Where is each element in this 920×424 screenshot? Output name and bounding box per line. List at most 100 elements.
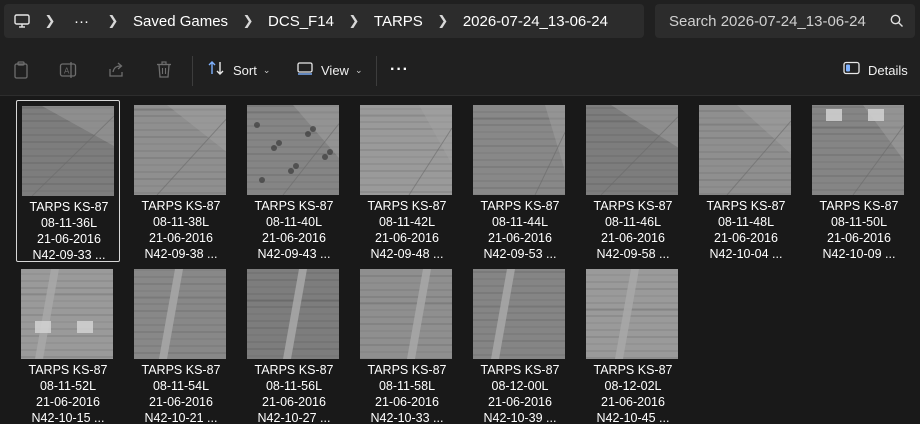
file-name-line: N42-10-33 ... xyxy=(370,411,444,424)
file-name-line: N42-09-48 ... xyxy=(370,247,444,261)
file-name: TARPS KS-87 08-12-02L 21-06-2016 N42-10-45 … xyxy=(581,362,685,424)
image-thumbnail xyxy=(812,105,904,195)
share-icon[interactable] xyxy=(107,58,125,82)
file-name-line: TARPS KS-87 xyxy=(254,199,334,213)
file-name-line: N42-09-33 ... xyxy=(32,248,106,262)
details-pane-icon xyxy=(843,61,860,80)
search-icon[interactable] xyxy=(879,14,915,28)
file-name-line: 08-11-48L xyxy=(717,215,775,229)
file-tile[interactable]: TARPS KS-87 08-11-46L 21-06-2016 N42-09-58 … xyxy=(581,100,685,262)
file-name-line: N42-10-04 ... xyxy=(709,247,783,261)
chevron-right-icon[interactable]: ❯ xyxy=(40,13,60,29)
file-tile[interactable]: TARPS KS-87 08-11-44L 21-06-2016 N42-09-53 … xyxy=(468,100,572,262)
chevron-right-icon[interactable]: ❯ xyxy=(238,13,258,29)
file-name: TARPS KS-87 08-11-56L 21-06-2016 N42-10-27 … xyxy=(242,362,346,424)
file-name: TARPS KS-87 08-11-46L 21-06-2016 N42-09-58 … xyxy=(581,198,685,262)
chevron-right-icon[interactable]: ❯ xyxy=(344,13,364,29)
file-name: TARPS KS-87 08-11-52L 21-06-2016 N42-10-15 … xyxy=(16,362,120,424)
address-row: ❯ ··· ❯ Saved Games ❯ DCS_F14 ❯ TARPS ❯ … xyxy=(0,0,920,44)
file-name-line: 08-12-00L xyxy=(491,379,549,393)
view-button[interactable]: View ⌄ xyxy=(297,58,363,82)
view-icon xyxy=(297,61,313,80)
breadcrumb-saved-games[interactable]: Saved Games xyxy=(123,13,238,30)
file-name-line: TARPS KS-87 xyxy=(706,199,786,213)
file-name-line: TARPS KS-87 xyxy=(593,199,673,213)
file-name-line: N42-09-53 ... xyxy=(483,247,557,261)
details-button[interactable]: Details xyxy=(843,58,908,82)
image-thumbnail xyxy=(360,269,452,359)
breadcrumb-tarps[interactable]: TARPS xyxy=(364,13,433,30)
details-label: Details xyxy=(868,62,908,78)
file-name-line: TARPS KS-87 xyxy=(367,199,447,213)
file-name: TARPS KS-87 08-11-44L 21-06-2016 N42-09-53 … xyxy=(468,198,572,262)
file-name: TARPS KS-87 08-11-36L 21-06-2016 N42-09-33 … xyxy=(17,199,121,263)
file-name-line: 08-11-44L xyxy=(491,215,549,229)
breadcrumb-dcs-f14[interactable]: DCS_F14 xyxy=(258,13,344,30)
breadcrumb-overflow[interactable]: ··· xyxy=(60,13,103,30)
file-name-line: 21-06-2016 xyxy=(375,395,439,409)
chevron-right-icon[interactable]: ❯ xyxy=(433,13,453,29)
file-name-line: 21-06-2016 xyxy=(37,232,101,246)
file-name-line: 21-06-2016 xyxy=(601,395,665,409)
file-tile[interactable]: TARPS KS-87 08-11-54L 21-06-2016 N42-10-21 … xyxy=(129,264,233,424)
search-input[interactable]: Search 2026-07-24_13-06-24 xyxy=(669,13,879,30)
sort-arrows-icon xyxy=(207,60,225,81)
file-name-line: TARPS KS-87 xyxy=(819,199,899,213)
chevron-right-icon[interactable]: ❯ xyxy=(103,13,123,29)
sort-label: Sort xyxy=(233,62,257,78)
more-options-button[interactable]: ··· xyxy=(390,58,409,82)
image-thumbnail xyxy=(360,105,452,195)
file-name-line: 08-11-52L xyxy=(39,379,97,393)
breadcrumb-current-folder[interactable]: 2026-07-24_13-06-24 xyxy=(453,13,618,30)
sort-button[interactable]: Sort ⌄ xyxy=(207,58,270,82)
image-thumbnail xyxy=(22,106,114,196)
chevron-down-icon: ⌄ xyxy=(262,64,271,75)
file-name-line: TARPS KS-87 xyxy=(28,363,108,377)
file-name: TARPS KS-87 08-11-38L 21-06-2016 N42-09-38 … xyxy=(129,198,233,262)
file-name-line: TARPS KS-87 xyxy=(593,363,673,377)
file-name-line: TARPS KS-87 xyxy=(29,200,109,214)
file-name-line: 21-06-2016 xyxy=(149,395,213,409)
file-name-line: 08-11-58L xyxy=(378,379,436,393)
file-tile[interactable]: TARPS KS-87 08-11-42L 21-06-2016 N42-09-48 … xyxy=(355,100,459,262)
rename-icon[interactable]: A xyxy=(59,58,79,82)
file-name-line: 21-06-2016 xyxy=(714,231,778,245)
image-thumbnail xyxy=(134,105,226,195)
file-tile[interactable]: TARPS KS-87 08-11-38L 21-06-2016 N42-09-38 … xyxy=(129,100,233,262)
file-tile[interactable]: TARPS KS-87 08-11-48L 21-06-2016 N42-10-04 … xyxy=(694,100,798,262)
file-name-line: 08-11-42L xyxy=(378,215,436,229)
file-tile[interactable]: TARPS KS-87 08-12-00L 21-06-2016 N42-10-39 … xyxy=(468,264,572,424)
file-name-line: 21-06-2016 xyxy=(601,231,665,245)
file-name-line: 08-11-56L xyxy=(265,379,323,393)
file-name-line: 08-11-38L xyxy=(152,215,210,229)
monitor-icon[interactable] xyxy=(4,14,40,28)
file-name-line: 21-06-2016 xyxy=(262,395,326,409)
file-tile[interactable]: TARPS KS-87 08-12-02L 21-06-2016 N42-10-45 … xyxy=(581,264,685,424)
file-name-line: N42-10-39 ... xyxy=(483,411,557,424)
file-name-line: N42-10-21 ... xyxy=(144,411,218,424)
file-tile[interactable]: TARPS KS-87 08-11-50L 21-06-2016 N42-10-09 … xyxy=(807,100,911,262)
file-name-line: 21-06-2016 xyxy=(262,231,326,245)
file-name-line: N42-10-09 ... xyxy=(822,247,896,261)
image-thumbnail xyxy=(134,269,226,359)
delete-icon[interactable] xyxy=(156,58,172,82)
file-name: TARPS KS-87 08-11-58L 21-06-2016 N42-10-33 … xyxy=(355,362,459,424)
file-tile[interactable]: TARPS KS-87 08-11-36L 21-06-2016 N42-09-33 … xyxy=(16,100,120,262)
file-name-line: N42-09-38 ... xyxy=(144,247,218,261)
search-box[interactable]: Search 2026-07-24_13-06-24 xyxy=(655,4,915,38)
file-tile[interactable]: TARPS KS-87 08-11-52L 21-06-2016 N42-10-15 … xyxy=(16,264,120,424)
image-thumbnail xyxy=(586,269,678,359)
paste-icon[interactable] xyxy=(12,58,30,82)
file-name-line: 08-11-36L xyxy=(40,216,98,230)
file-tile[interactable]: TARPS KS-87 08-11-40L 21-06-2016 N42-09-43 … xyxy=(242,100,346,262)
file-name: TARPS KS-87 08-11-48L 21-06-2016 N42-10-04 … xyxy=(694,198,798,262)
file-name: TARPS KS-87 08-12-00L 21-06-2016 N42-10-39 … xyxy=(468,362,572,424)
file-name: TARPS KS-87 08-11-40L 21-06-2016 N42-09-43 … xyxy=(242,198,346,262)
address-bar[interactable]: ❯ ··· ❯ Saved Games ❯ DCS_F14 ❯ TARPS ❯ … xyxy=(4,4,644,38)
file-tile[interactable]: TARPS KS-87 08-11-56L 21-06-2016 N42-10-27 … xyxy=(242,264,346,424)
file-name-line: 08-12-02L xyxy=(604,379,662,393)
file-name-line: 08-11-46L xyxy=(604,215,662,229)
image-thumbnail xyxy=(586,105,678,195)
file-tile[interactable]: TARPS KS-87 08-11-58L 21-06-2016 N42-10-33 … xyxy=(355,264,459,424)
chevron-down-icon: ⌄ xyxy=(354,64,363,75)
